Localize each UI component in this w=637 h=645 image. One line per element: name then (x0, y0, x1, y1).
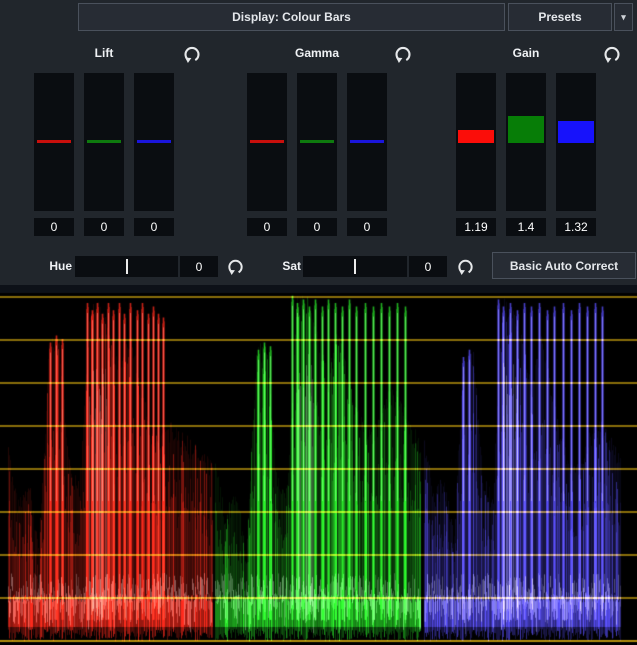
slider-handle (250, 140, 284, 143)
hue-reset-button[interactable] (225, 256, 245, 276)
sat-slider-handle (354, 259, 356, 274)
slider-handle (508, 116, 544, 143)
slider-handle (458, 130, 494, 143)
gamma-section-title: Gamma (247, 46, 387, 62)
sat-value[interactable]: 0 (409, 256, 447, 277)
gamma-green-value[interactable]: 0 (297, 218, 337, 236)
gain-blue-slider[interactable] (556, 73, 596, 211)
basic-auto-correct-button[interactable]: Basic Auto Correct (492, 252, 636, 279)
gamma-green-slider[interactable] (297, 73, 337, 211)
gain-section-title: Gain (456, 46, 596, 62)
slider-handle (300, 140, 334, 143)
lift-blue-value[interactable]: 0 (134, 218, 174, 236)
lift-red-value[interactable]: 0 (34, 218, 74, 236)
slider-handle (37, 140, 71, 143)
gain-reset-button[interactable] (602, 44, 622, 64)
lift-blue-slider[interactable] (134, 73, 174, 211)
rgb-parade-waveform-scope (0, 285, 637, 645)
gamma-blue-slider[interactable] (347, 73, 387, 211)
hue-value[interactable]: 0 (180, 256, 218, 277)
hue-label: Hue (38, 255, 72, 277)
gain-green-slider[interactable] (506, 73, 546, 211)
slider-handle (558, 121, 594, 143)
gain-blue-value[interactable]: 1.32 (556, 218, 596, 236)
presets-dropdown-button[interactable]: ▾ (614, 3, 633, 31)
gamma-blue-value[interactable]: 0 (347, 218, 387, 236)
gain-red-slider[interactable] (456, 73, 496, 211)
lift-green-slider[interactable] (84, 73, 124, 211)
lift-reset-button[interactable] (182, 44, 202, 64)
sat-reset-button[interactable] (455, 256, 475, 276)
sat-slider[interactable] (303, 256, 407, 277)
lift-section-title: Lift (34, 46, 174, 62)
lift-red-slider[interactable] (34, 73, 74, 211)
reset-icon (456, 257, 475, 276)
gamma-reset-button[interactable] (393, 44, 413, 64)
reset-icon (182, 44, 202, 64)
sat-label: Sat (271, 255, 301, 277)
reset-icon (226, 257, 245, 276)
reset-icon (393, 44, 413, 64)
slider-handle (350, 140, 384, 143)
gain-green-value[interactable]: 1.4 (506, 218, 546, 236)
chevron-down-icon: ▾ (621, 12, 626, 23)
hue-slider[interactable] (75, 256, 178, 277)
display-mode-button[interactable]: Display: Colour Bars (78, 3, 505, 31)
presets-button[interactable]: Presets (508, 3, 612, 31)
gamma-red-value[interactable]: 0 (247, 218, 287, 236)
slider-handle (87, 140, 121, 143)
reset-icon (602, 44, 622, 64)
hue-slider-handle (126, 259, 128, 274)
gain-red-value[interactable]: 1.19 (456, 218, 496, 236)
gamma-red-slider[interactable] (247, 73, 287, 211)
slider-handle (137, 140, 171, 143)
lift-green-value[interactable]: 0 (84, 218, 124, 236)
